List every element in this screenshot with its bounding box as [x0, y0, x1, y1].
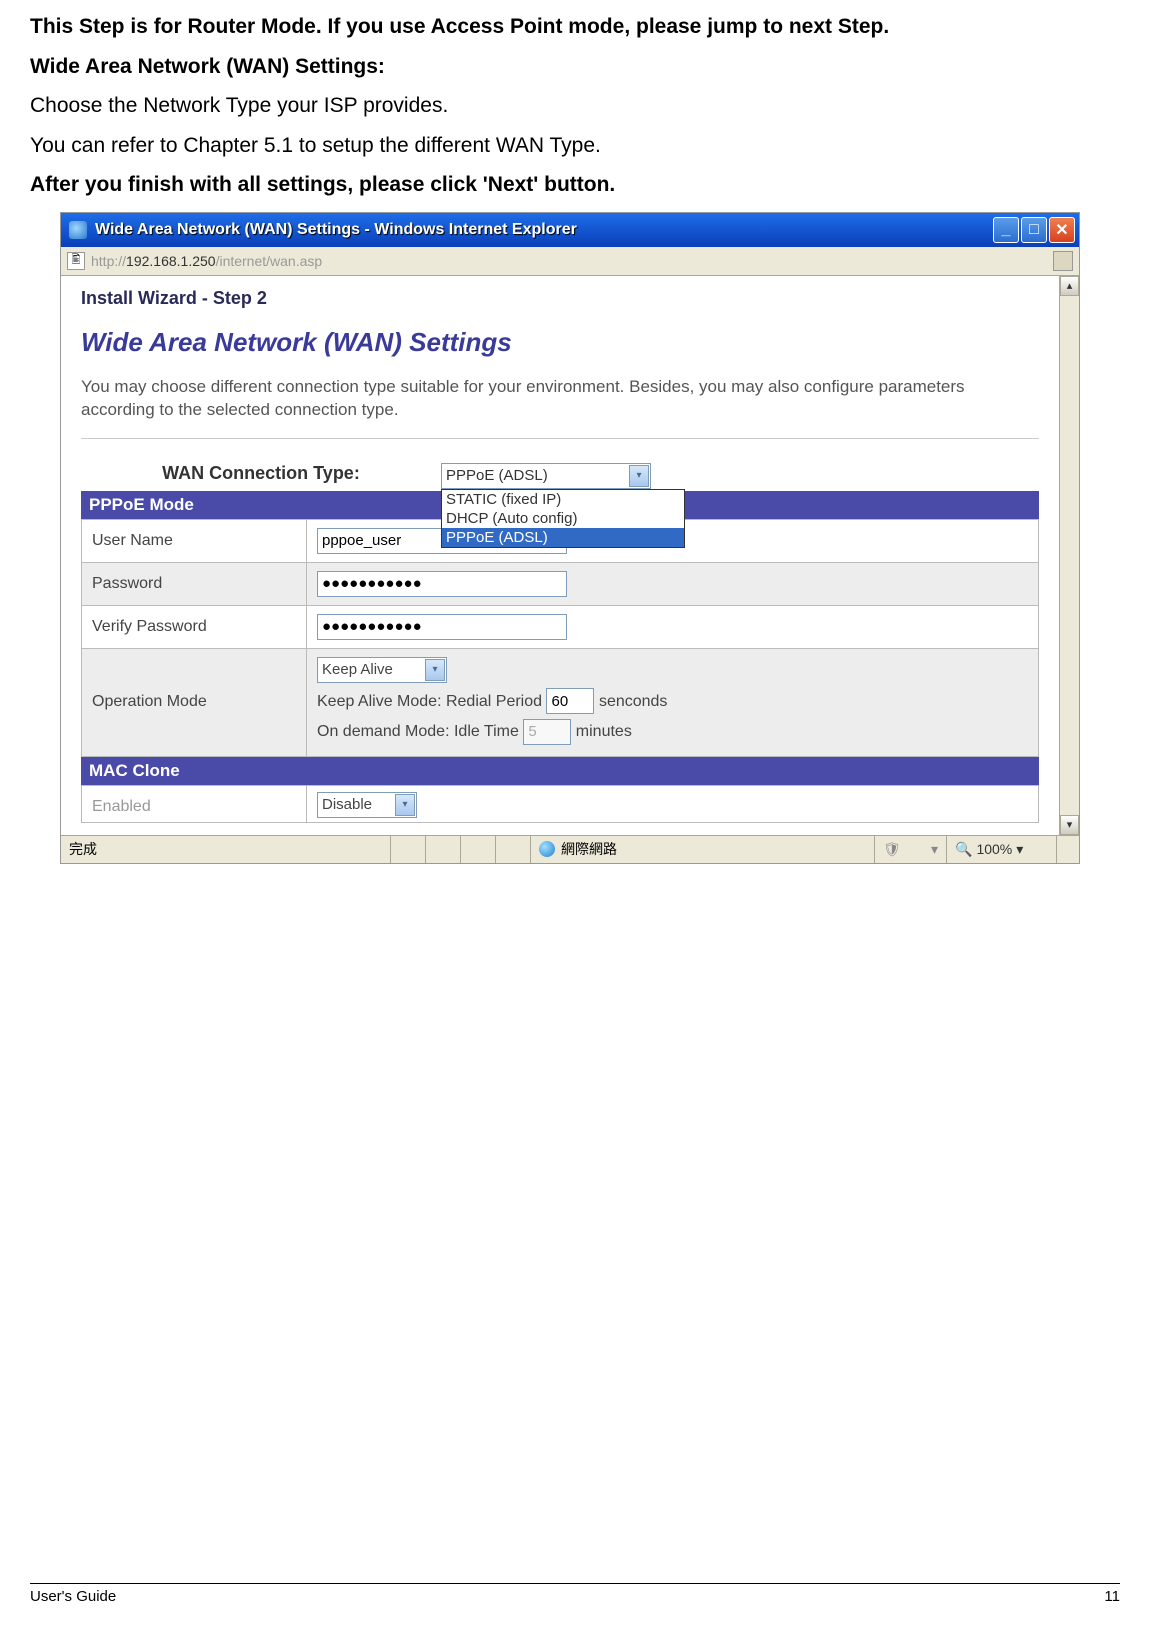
password-label: Password — [82, 562, 307, 605]
divider — [81, 438, 1039, 439]
security-status[interactable]: 🛡▾ — [875, 836, 947, 863]
dropdown-opt-dhcp[interactable]: DHCP (Auto config) — [442, 509, 684, 528]
url-host: 192.168.1.250 — [126, 253, 216, 269]
lock-icon — [1053, 251, 1073, 271]
ie-icon — [69, 221, 87, 239]
enabled-value: Disable — [322, 796, 372, 813]
op-mode-label: Operation Mode — [82, 648, 307, 756]
chevron-down-icon[interactable]: ▾ — [395, 794, 415, 816]
scroll-up-icon[interactable]: ▴ — [1060, 276, 1079, 296]
close-button[interactable]: ✕ — [1049, 217, 1075, 243]
shield-icon: 🛡 — [883, 841, 901, 858]
dropdown-opt-pppoe[interactable]: PPPoE (ADSL) — [442, 528, 684, 547]
doc-line-4: You can refer to Chapter 5.1 to setup th… — [30, 129, 1120, 163]
op-mode-idle-text: On demand Mode: Idle Time — [317, 723, 519, 740]
status-empty — [426, 836, 461, 863]
doc-line-5: After you finish with all settings, plea… — [30, 168, 1120, 202]
redial-period-input[interactable] — [546, 688, 594, 714]
footer-left: User's Guide — [30, 1588, 116, 1605]
scrollbar[interactable]: ▴ ▾ — [1059, 276, 1079, 835]
page-content: Install Wizard - Step 2 Wide Area Networ… — [61, 276, 1059, 835]
status-left: 完成 — [61, 836, 391, 863]
section-mac-header: MAC Clone — [81, 757, 1039, 785]
user-name-label: User Name — [82, 519, 307, 562]
url[interactable]: http://192.168.1.250/internet/wan.asp — [91, 253, 1047, 269]
enabled-select[interactable]: Disable ▾ — [317, 792, 417, 818]
verify-password-label: Verify Password — [82, 605, 307, 648]
verify-password-input[interactable] — [317, 614, 567, 640]
window-titlebar: Wide Area Network (WAN) Settings - Windo… — [61, 213, 1079, 247]
doc-line-2: Wide Area Network (WAN) Settings: — [30, 50, 1120, 84]
page-footer: User's Guide 11 — [30, 1583, 1120, 1605]
op-mode-select-value: Keep Alive — [322, 661, 393, 678]
page-description: You may choose different connection type… — [81, 376, 1039, 422]
page-number: 11 — [1104, 1588, 1120, 1605]
address-bar: 🖺 http://192.168.1.250/internet/wan.asp — [61, 247, 1079, 276]
scroll-down-icon[interactable]: ▾ — [1060, 815, 1079, 835]
password-input[interactable] — [317, 571, 567, 597]
op-mode-redial-text: Keep Alive Mode: Redial Period — [317, 693, 542, 710]
conn-type-select[interactable]: PPPoE (ADSL) ▾ — [441, 463, 651, 489]
status-zone-text: 網際網路 — [561, 839, 617, 859]
url-prefix: http:// — [91, 253, 126, 269]
doc-line-1: This Step is for Router Mode. If you use… — [30, 10, 1120, 44]
idle-time-input[interactable] — [523, 719, 571, 745]
window-title: Wide Area Network (WAN) Settings - Windo… — [95, 221, 577, 239]
status-empty — [461, 836, 496, 863]
zoom-icon: 🔍 — [955, 841, 972, 858]
conn-type-dropdown: STATIC (fixed IP) DHCP (Auto config) PPP… — [441, 489, 685, 548]
op-mode-select[interactable]: Keep Alive ▾ — [317, 657, 447, 683]
dropdown-opt-static[interactable]: STATIC (fixed IP) — [442, 490, 684, 509]
page-icon: 🖺 — [67, 252, 85, 270]
minimize-button[interactable]: _ — [993, 217, 1019, 243]
zoom-control[interactable]: 🔍 100% ▾ — [947, 836, 1057, 863]
status-empty — [391, 836, 426, 863]
status-bar: 完成 網際網路 🛡▾ 🔍 100% ▾ — [61, 835, 1079, 863]
conn-type-selected: PPPoE (ADSL) — [446, 467, 548, 484]
page-heading: Wide Area Network (WAN) Settings — [81, 327, 1039, 358]
maximize-button[interactable]: □ — [1021, 217, 1047, 243]
enabled-label: Enabled — [82, 785, 307, 822]
url-path: /internet/wan.asp — [216, 253, 323, 269]
browser-screenshot: Wide Area Network (WAN) Settings - Windo… — [60, 212, 1080, 864]
globe-icon — [539, 841, 555, 857]
pppoe-form: User Name Password Verify Password Opera… — [81, 519, 1039, 757]
zoom-value: 100% — [976, 841, 1012, 857]
chevron-down-icon[interactable]: ▾ — [629, 465, 649, 487]
op-mode-idle-unit: minutes — [576, 723, 632, 740]
op-mode-redial-unit: senconds — [599, 693, 668, 710]
mac-clone-form: Enabled Disable ▾ — [81, 785, 1039, 823]
doc-line-3: Choose the Network Type your ISP provide… — [30, 89, 1120, 123]
chevron-down-icon[interactable]: ▾ — [425, 659, 445, 681]
wizard-step: Install Wizard - Step 2 — [81, 288, 1039, 309]
status-zone: 網際網路 — [531, 836, 875, 863]
conn-type-label: WAN Connection Type: — [81, 463, 441, 484]
status-empty — [496, 836, 531, 863]
